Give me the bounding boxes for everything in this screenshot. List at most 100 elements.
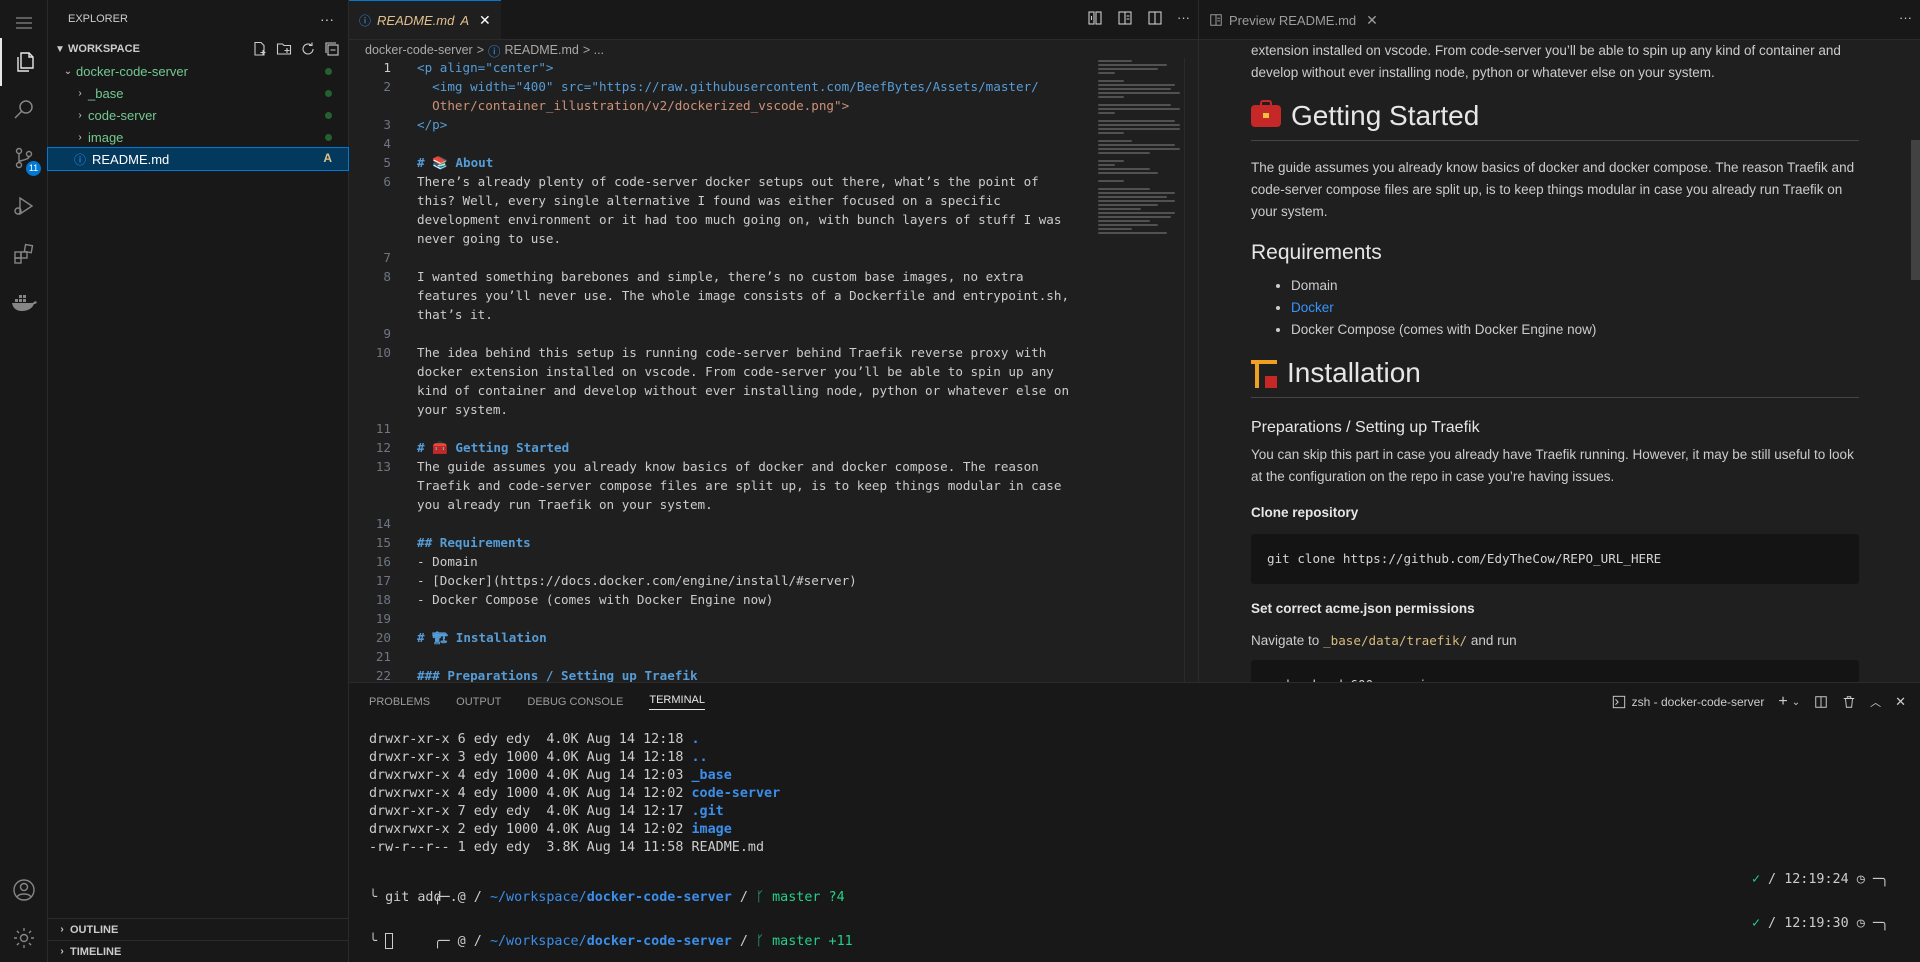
info-icon: ⓘ [488, 44, 501, 59]
minimap[interactable] [1098, 58, 1184, 268]
minimap-line [1098, 140, 1133, 142]
crane-icon [1251, 358, 1277, 388]
nav-suffix: and run [1470, 633, 1517, 648]
prompt-time: 12:19:30 [1784, 916, 1849, 931]
tab-readme[interactable]: ⓘ README.md A ✕ [349, 0, 501, 39]
line-text: <p align="center"> [417, 60, 554, 75]
editor-scrollbar[interactable] [1184, 58, 1198, 682]
explorer-more-button[interactable]: ··· [320, 11, 334, 27]
tab-git-status: A [460, 12, 469, 28]
maximize-panel-icon[interactable]: ︿ [1870, 694, 1881, 710]
tree-folder-image[interactable]: › image [48, 126, 348, 148]
account-icon[interactable] [0, 866, 48, 914]
close-icon[interactable]: ✕ [1366, 12, 1378, 29]
ls-row: drwxrwxr-x 2 edy 1000 4.0K Aug 14 12:02 … [369, 821, 1889, 839]
trash-icon[interactable] [1842, 695, 1856, 709]
code-line: 9 [349, 324, 1198, 343]
code-line: 11 [349, 419, 1198, 438]
tab-problems[interactable]: PROBLEMS [369, 696, 430, 708]
code-line: 7 [349, 248, 1198, 267]
extensions-icon[interactable] [0, 230, 48, 278]
more-actions-icon[interactable]: ··· [1177, 10, 1190, 26]
panel-actions: zsh - docker-code-server + ⌄ ︿ ✕ [1612, 693, 1906, 711]
run-debug-icon[interactable] [0, 182, 48, 230]
compare-changes-icon[interactable] [1087, 10, 1103, 26]
line-number: 18 [375, 592, 391, 607]
preview-paragraph: Navigate to _base/data/traefik/ and run [1251, 630, 1859, 652]
chevron-right-icon: › [78, 87, 82, 99]
minimap-line [1098, 196, 1167, 198]
preview-icon [1210, 14, 1222, 26]
docker-icon[interactable] [0, 278, 48, 326]
ls-name: _base [691, 768, 732, 783]
minimap-line [1098, 60, 1133, 62]
line-text: I wanted something barebones and simple,… [417, 269, 1024, 284]
minimap-line [1098, 64, 1167, 66]
terminal-name: zsh - docker-code-server [1631, 695, 1765, 709]
outline-section-header[interactable]: › OUTLINE [48, 918, 348, 940]
manage-gear-icon[interactable] [0, 914, 48, 962]
refresh-icon[interactable] [300, 41, 316, 57]
tree-folder-docker-code-server[interactable]: ⌄ docker-code-server [48, 60, 348, 82]
line-text: never going to use. [417, 231, 562, 246]
tree-folder-code-server[interactable]: › code-server [48, 104, 348, 126]
code-editor[interactable]: 1 <p align="center"> 2 <img width="400" sr… [349, 58, 1198, 682]
line-number: 11 [375, 421, 391, 436]
docker-link[interactable]: Docker [1291, 300, 1334, 315]
new-folder-icon[interactable] [276, 41, 292, 57]
line-number: 2 [383, 79, 391, 94]
breadcrumb-symbols[interactable]: > ... [583, 43, 604, 57]
breadcrumb-file[interactable]: README.md [505, 43, 579, 57]
terminal[interactable]: drwxr-xr-x 6 edy edy 4.0K Aug 14 12:18 .… [369, 731, 1889, 951]
workspace-section-header[interactable]: ▼ WORKSPACE [48, 38, 348, 60]
line-number: 20 [375, 630, 391, 645]
ls-name: README.md [691, 840, 765, 855]
line-number: 14 [375, 516, 391, 531]
code-line: 16 - Domain [349, 552, 1198, 571]
chevron-right-icon: › [78, 109, 82, 121]
new-file-icon[interactable] [252, 41, 268, 57]
tree-folder-base[interactable]: › _base [48, 82, 348, 104]
collapse-all-icon[interactable] [324, 41, 340, 57]
close-panel-icon[interactable]: ✕ [1895, 694, 1906, 710]
minimap-line [1098, 124, 1180, 126]
tab-terminal[interactable]: TERMINAL [649, 694, 705, 710]
chevron-down-icon[interactable]: ⌄ [1792, 697, 1800, 708]
line-number: 1 [383, 60, 391, 75]
tab-output[interactable]: OUTPUT [456, 696, 501, 708]
tree-label: _base [88, 85, 124, 101]
tab-debug-console[interactable]: DEBUG CONSOLE [527, 696, 623, 708]
bottom-panel: PROBLEMS OUTPUT DEBUG CONSOLE TERMINAL z… [349, 682, 1920, 962]
minimap-line [1098, 224, 1159, 226]
more-actions-icon[interactable]: ··· [1899, 10, 1912, 25]
breadcrumb-folder[interactable]: docker-code-server [365, 43, 473, 57]
tree-file-readme[interactable]: ⓘ README.md A [47, 147, 349, 171]
split-terminal-icon[interactable] [1814, 695, 1828, 709]
requirements-list: Domain Docker Docker Compose (comes with… [1251, 275, 1859, 341]
tab-preview-readme[interactable]: Preview README.md ✕ [1199, 0, 1388, 39]
line-text: you already run Traefik on your system. [417, 497, 713, 512]
minimap-line [1098, 152, 1150, 154]
preview-scrollbar-thumb[interactable] [1911, 140, 1920, 280]
chevron-right-icon: › [78, 131, 82, 143]
tree-label: README.md [92, 151, 170, 167]
terminal-selector[interactable]: zsh - docker-code-server [1612, 695, 1765, 709]
chevron-down-icon: ⌄ [63, 65, 73, 77]
code-line: that’s it. [349, 305, 1198, 324]
source-control-icon[interactable]: 11 [0, 134, 48, 182]
timeline-section-header[interactable]: › TIMELINE [48, 940, 348, 962]
editor-tabs: ⓘ README.md A ✕ ··· [349, 0, 1198, 40]
minimap-line [1098, 232, 1167, 234]
line-text: <img width="400" src="https://raw.github… [417, 79, 1039, 94]
search-icon[interactable] [0, 86, 48, 134]
split-editor-icon[interactable] [1147, 10, 1163, 26]
explorer-sidebar: EXPLORER ··· ▼ WORKSPACE ⌄ docker-code-s… [47, 0, 349, 962]
close-icon[interactable]: ✕ [479, 12, 491, 29]
open-preview-icon[interactable] [1117, 10, 1133, 26]
workspace-label: WORKSPACE [68, 43, 140, 55]
activity-bar: 11 [0, 0, 48, 962]
scm-badge: 11 [26, 161, 41, 176]
new-terminal-icon[interactable]: + [1778, 693, 1787, 711]
explorer-icon[interactable] [0, 38, 48, 86]
line-number: 15 [375, 535, 391, 550]
